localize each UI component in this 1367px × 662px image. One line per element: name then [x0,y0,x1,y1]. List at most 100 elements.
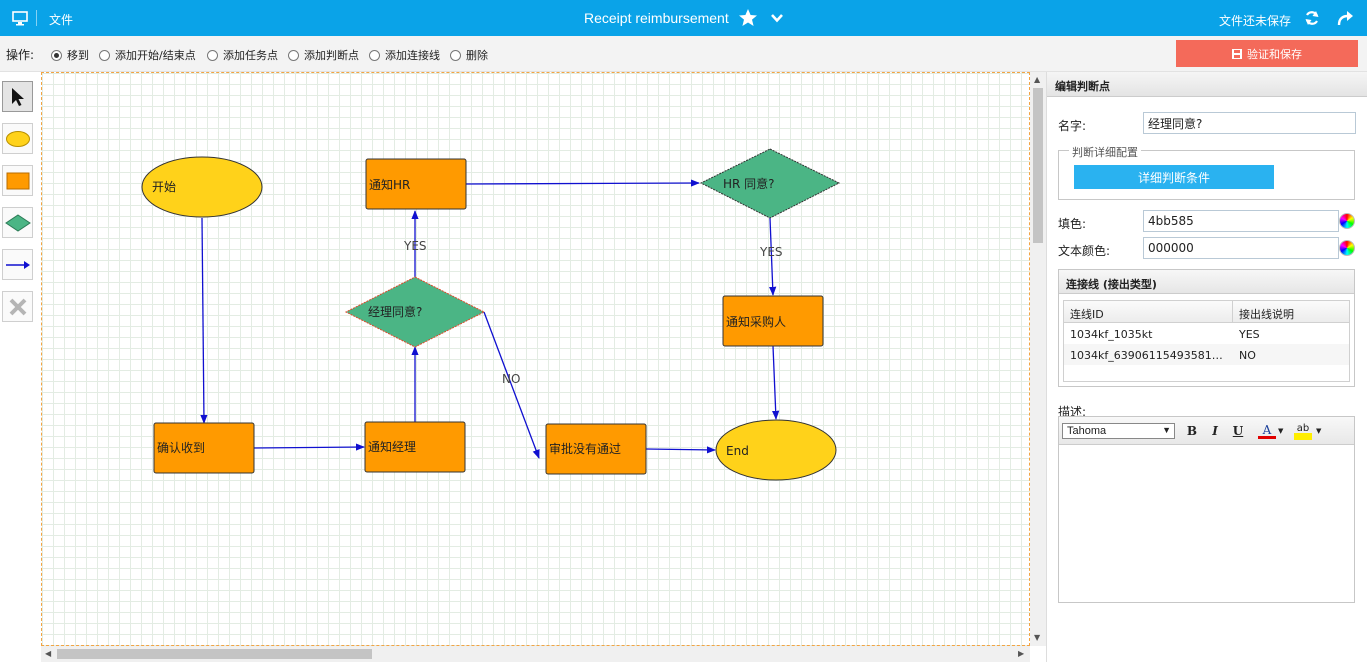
radio-move[interactable]: 移到 [51,47,89,63]
diamond-shape-icon [4,213,31,232]
refresh-icon[interactable] [1304,10,1320,26]
panel-title: 编辑判断点 [1047,72,1367,97]
star-icon[interactable] [738,8,758,28]
scroll-thumb[interactable] [57,649,372,659]
group-legend: 判断详细配置 [1069,144,1141,160]
node-label: 审批没有通过 [549,441,621,456]
node-label: 通知采购人 [726,314,786,329]
edge-purchase-end[interactable] [772,345,780,420]
connection-description: NO [1233,344,1349,365]
scroll-down-icon[interactable]: ▼ [1034,633,1040,642]
flow-diagram: YES NO YES 开始 确认收到 通知经理 经理同意? 通知HR HR 同意… [141,148,841,481]
radio-add-decision[interactable]: 添加判断点 [288,47,359,63]
connections-group: 连接线 (接出类型) 连线ID 接出线说明 1034kf_1035kt YES … [1058,269,1355,387]
radio-dot[interactable] [51,49,62,61]
node-label: HR 同意? [723,176,775,191]
vertical-scrollbar[interactable]: ▲ ▼ [1030,72,1046,646]
tool-diamond[interactable] [2,207,33,238]
radio-dot[interactable] [207,49,218,61]
node-hr-decision[interactable]: HR 同意? [699,148,841,219]
node-start[interactable]: 开始 [141,156,263,218]
edge-label-manager-yes: YES [403,239,427,253]
name-label: 名字: [1058,119,1087,133]
ellipse-shape-icon [5,130,30,147]
node-notify-manager[interactable]: 通知经理 [364,421,466,473]
font-family-select[interactable]: Tahoma ▼ [1062,423,1175,439]
edge-confirm-manager[interactable] [253,443,365,451]
fill-color-input[interactable] [1143,210,1339,232]
document-title: Receipt reimbursement [584,10,729,26]
node-label: 通知HR [369,178,410,192]
arrow-right-icon [5,260,30,269]
node-rejected[interactable]: 审批没有通过 [545,423,647,475]
scroll-left-icon[interactable]: ◀ [45,649,51,658]
node-notify-purchase[interactable]: 通知采购人 [722,295,824,347]
font-color-button[interactable]: A [1258,422,1276,439]
highlight-button[interactable]: ab [1294,422,1312,440]
radio-delete[interactable]: 删除 [450,47,488,63]
properties-panel: 编辑判断点 名字: 判断详细配置 详细判断条件 填色: 文本颜色: 连接线 (接… [1046,72,1367,662]
scroll-right-icon[interactable]: ▶ [1018,649,1024,658]
connection-description: YES [1239,328,1260,341]
radio-dot[interactable] [369,49,380,61]
scroll-thumb[interactable] [1033,88,1043,243]
flow-canvas[interactable]: YES NO YES 开始 确认收到 通知经理 经理同意? 通知HR HR 同意… [41,72,1030,646]
save-status: 文件还未保存 [1219,14,1292,28]
radio-label: 移到 [67,49,89,62]
tool-pointer[interactable] [2,81,33,112]
tool-ellipse[interactable] [2,123,33,154]
description-textarea[interactable] [1059,446,1354,602]
node-confirm[interactable]: 确认收到 [153,422,255,474]
floppy-disk-icon [1232,48,1242,59]
radio-label: 删除 [466,49,488,62]
node-end[interactable]: End [715,419,837,481]
connections-table: 连线ID 接出线说明 1034kf_1035kt YES 1034kf_6390… [1063,300,1350,382]
save-button-label: 验证和保存 [1247,48,1302,61]
underline-button[interactable]: U [1229,422,1247,440]
detail-conditions-button[interactable]: 详细判断条件 [1074,165,1274,189]
radio-dot[interactable] [99,49,110,61]
node-notify-hr[interactable]: 通知HR [365,158,467,210]
radio-add-task[interactable]: 添加任务点 [207,47,278,63]
chevron-down-icon[interactable] [770,11,784,25]
edge-start-confirm[interactable] [200,217,208,424]
validate-save-button[interactable]: 验证和保存 [1176,40,1358,67]
column-header[interactable]: 接出线说明 [1233,301,1349,323]
radio-add-start-end[interactable]: 添加开始/结束点 [99,47,196,63]
tool-rectangle[interactable] [2,165,33,196]
edge-rejected-end[interactable] [645,446,716,454]
color-wheel-icon[interactable] [1339,213,1355,229]
edge-hr-hrdecision[interactable] [465,179,700,187]
highlight-dropdown-icon[interactable]: ▼ [1316,427,1321,435]
horizontal-scrollbar[interactable]: ◀ ▶ [41,646,1030,662]
decision-config-group: 判断详细配置 详细判断条件 [1058,144,1355,200]
node-manager-decision[interactable]: 经理同意? [344,276,486,348]
color-wheel-icon[interactable] [1339,240,1355,256]
text-color-input[interactable] [1143,237,1339,259]
connection-id: 1034kf_639061154935813324... [1064,344,1233,365]
tool-delete[interactable] [2,291,33,322]
operation-bar: 操作: 移到 添加开始/结束点 添加任务点 添加判断点 添加连接线 删除 [0,36,1367,72]
edge-label-hr-yes: YES [759,245,783,259]
column-header[interactable]: 连线ID [1064,301,1233,323]
bold-button[interactable]: B [1183,422,1201,440]
node-label: 确认收到 [157,441,205,455]
radio-dot[interactable] [450,49,461,61]
scroll-up-icon[interactable]: ▲ [1034,75,1040,84]
name-input[interactable] [1143,112,1356,134]
italic-button[interactable]: I [1206,422,1224,440]
connection-id: 1034kf_1035kt [1070,328,1153,341]
font-color-dropdown-icon[interactable]: ▼ [1278,427,1283,435]
node-label: 通知经理 [368,440,416,454]
radio-dot[interactable] [288,49,299,61]
share-icon[interactable] [1337,10,1353,26]
radio-label: 添加连接线 [385,49,440,62]
title-area: Receipt reimbursement [560,0,820,36]
radio-add-connector[interactable]: 添加连接线 [369,47,440,63]
file-menu[interactable]: 文件 [49,11,73,28]
toolbox [0,72,40,662]
tool-connector[interactable] [2,249,33,280]
dropdown-arrow-icon: ▼ [1162,425,1171,435]
text-color-label: 文本颜色: [1058,244,1111,258]
monitor-icon[interactable] [12,10,28,26]
